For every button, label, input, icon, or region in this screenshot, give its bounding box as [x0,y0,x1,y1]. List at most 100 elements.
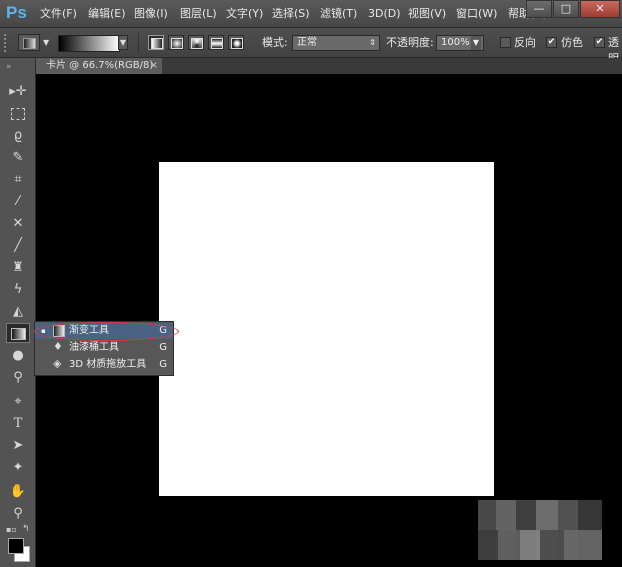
mode-value: 正常 [297,37,317,48]
document-canvas[interactable] [159,162,494,496]
linear-gradient-icon [151,38,163,49]
brush-icon: ╱ [14,238,22,253]
transparency-checkbox[interactable]: ✔ [594,37,605,48]
history-brush-tool[interactable]: ϟ [6,280,30,300]
menu-filter[interactable]: 滤镜(T) [320,0,357,28]
quick-selection-tool[interactable]: ✎ [6,148,30,168]
menu-edit[interactable]: 编辑(E) [88,0,126,28]
opacity-label: 不透明度: [386,36,434,49]
quick-selection-icon: ✎ [12,150,24,165]
default-colors-icon[interactable]: ▪▫ [6,525,17,534]
move-tool[interactable]: ▸✛ [6,82,30,102]
gradient-preview[interactable] [58,35,120,52]
divider [138,33,139,53]
blur-tool[interactable]: ● [6,346,30,366]
mode-label: 模式: [262,36,288,49]
radial-gradient-button[interactable] [168,35,184,50]
menu-view[interactable]: 视图(V) [408,0,446,28]
foreground-color-swatch[interactable] [8,538,24,554]
move-icon: ▸✛ [9,84,27,99]
menu-window[interactable]: 窗口(W) [456,0,497,28]
type-tool[interactable]: T [6,414,30,434]
reflected-gradient-icon [211,38,223,49]
flyout-item-paint-bucket-tool[interactable]: ♦ 油漆桶工具 G [35,340,173,356]
chevron-down-icon[interactable]: ▼ [470,36,481,50]
marquee-icon [11,107,25,120]
brush-tool[interactable]: ╱ [6,236,30,256]
minimize-button[interactable]: — [526,0,552,18]
angle-gradient-icon [191,38,203,49]
dither-label: 仿色 [561,36,583,49]
swap-colors-icon[interactable]: ↰ [22,524,30,534]
history-brush-icon: ϟ [13,282,23,297]
dither-checkbox[interactable]: ✔ [546,37,557,48]
updown-arrow-icon: ⇕ [369,38,376,47]
hand-icon: ✋ [9,484,27,499]
paint-bucket-icon: ♦ [53,340,63,353]
window-controls: — □ ✕ [525,0,620,20]
gradient-picker-arrow[interactable]: ▼ [118,35,128,50]
path-selection-tool[interactable]: ➤ [6,436,30,456]
reverse-checkbox[interactable] [500,37,511,48]
eyedropper-tool[interactable]: ⁄ [6,192,30,212]
gradient-icon [10,327,26,340]
menu-bar: Ps 文件(F) 编辑(E) 图像(I) 图层(L) 文字(Y) 选择(S) 滤… [0,0,622,28]
maximize-button[interactable]: □ [553,0,579,18]
flyout-item-label: 3D 材质拖放工具 [69,359,147,370]
crop-icon: ⌗ [14,172,22,187]
eraser-icon: ◭ [13,304,23,319]
clone-stamp-tool[interactable]: ♜ [6,258,30,278]
linear-gradient-button[interactable] [148,35,164,50]
close-icon[interactable]: × [150,58,158,74]
menu-3d[interactable]: 3D(D) [368,0,401,28]
flyout-item-label: 油漆桶工具 [69,342,119,353]
annotation-highlight-ring [34,322,179,341]
photoshop-logo: Ps [6,3,27,22]
document-tab[interactable]: 卡片 @ 66.7%(RGB/8) × [36,58,162,74]
close-button[interactable]: ✕ [580,0,620,18]
eraser-tool[interactable]: ◭ [6,302,30,322]
menu-layer[interactable]: 图层(L) [180,0,217,28]
marquee-tool[interactable] [6,104,30,124]
chevron-down-icon[interactable]: ▼ [43,38,49,47]
pen-tool[interactable]: ⌖ [6,392,30,412]
diamond-gradient-icon [231,38,243,49]
dodge-icon: ⚲ [13,370,23,385]
blur-drop-icon: ● [12,348,24,363]
zoom-icon: ⚲ [13,506,23,521]
crop-tool[interactable]: ⌗ [6,170,30,190]
diamond-gradient-button[interactable] [228,35,244,50]
gradient-tool[interactable] [6,323,30,343]
lasso-icon: ϱ [13,128,23,143]
menu-image[interactable]: 图像(I) [134,0,168,28]
opacity-value: 100% [441,37,470,48]
3d-material-drop-icon: ◈ [53,357,62,370]
menu-type[interactable]: 文字(Y) [226,0,263,28]
document-tab-title: 卡片 @ 66.7%(RGB/8) [46,60,154,71]
lasso-tool[interactable]: ϱ [6,126,30,146]
path-selection-icon: ➤ [12,438,24,453]
healing-icon: ✕ [12,216,24,231]
radial-gradient-icon [171,38,183,49]
opacity-field[interactable]: 100% ▼ [436,35,484,51]
menu-select[interactable]: 选择(S) [272,0,310,28]
flyout-item-3d-material-drop-tool[interactable]: ◈ 3D 材质拖放工具 G [35,357,173,373]
menu-file[interactable]: 文件(F) [40,0,77,28]
mode-select[interactable]: 正常 ⇕ [292,35,380,51]
shape-tool[interactable]: ✦ [6,458,30,478]
dodge-tool[interactable]: ⚲ [6,368,30,388]
healing-brush-tool[interactable]: ✕ [6,214,30,234]
zoom-tool[interactable]: ⚲ [6,504,30,524]
tool-preset-picker[interactable] [18,34,40,51]
pen-icon: ⌖ [14,394,22,409]
stamp-icon: ♜ [12,260,24,275]
reverse-label: 反向 [514,36,536,49]
blurred-watermark-lower [478,530,602,560]
hand-tool[interactable]: ✋ [6,482,30,502]
panel-collapse-icon[interactable]: » [6,62,12,72]
eyedropper-icon: ⁄ [16,194,20,209]
angle-gradient-button[interactable] [188,35,204,50]
options-grip[interactable] [4,34,12,52]
reflected-gradient-button[interactable] [208,35,224,50]
flyout-item-shortcut: G [159,342,167,353]
